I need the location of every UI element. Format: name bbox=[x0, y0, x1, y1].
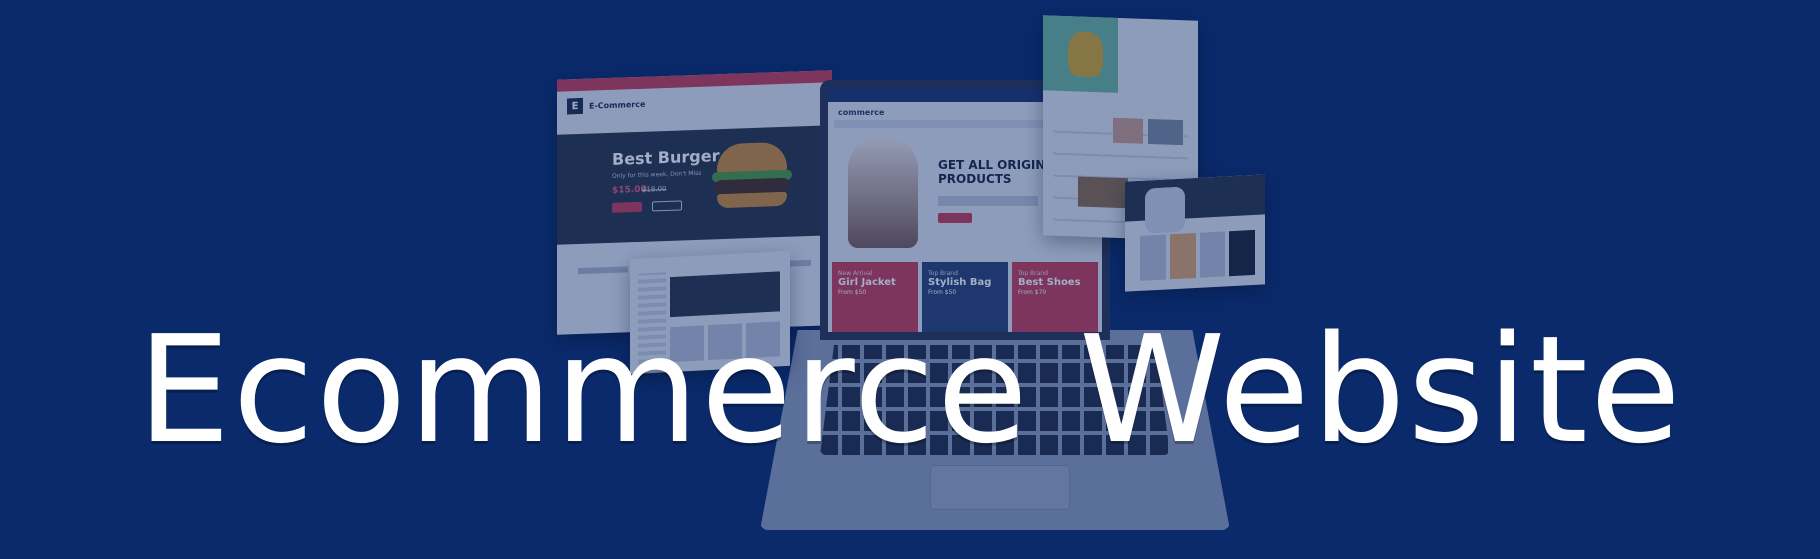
models-image bbox=[1145, 186, 1185, 234]
promo-kicker: Top Brand bbox=[928, 270, 958, 277]
site-shop-button bbox=[938, 213, 972, 223]
promo-title: Best Shoes bbox=[1018, 277, 1081, 288]
shoes-image bbox=[848, 138, 918, 248]
banner-headline: Ecommerce Website bbox=[137, 304, 1683, 476]
mockup-more-button bbox=[652, 200, 682, 212]
chair-icon bbox=[1068, 31, 1103, 78]
site-hero-text bbox=[938, 196, 1038, 206]
mockup-buy-button bbox=[612, 201, 642, 213]
burger-icon bbox=[712, 141, 792, 215]
promo-title: Girl Jacket bbox=[838, 277, 896, 288]
promo-kicker: New Arrival bbox=[838, 270, 873, 277]
site-brand: commerce bbox=[838, 108, 885, 117]
promo-title: Stylish Bag bbox=[928, 277, 992, 288]
promo-kicker: Top Brand bbox=[1018, 270, 1048, 277]
promo-price: From $50 bbox=[838, 289, 867, 296]
mockup-brand: E-Commerce bbox=[589, 99, 646, 111]
promo-price: From $70 bbox=[1018, 289, 1047, 296]
promo-price: From $50 bbox=[928, 289, 957, 296]
tshirt-grid bbox=[1140, 229, 1255, 281]
mockup-old-price: $18.00 bbox=[642, 184, 667, 194]
product-image bbox=[1113, 117, 1143, 144]
mockup-hero-title: Best Burger bbox=[612, 146, 720, 169]
banner: E E-Commerce Best Burger Only for this w… bbox=[0, 0, 1820, 559]
product-image bbox=[1078, 176, 1128, 209]
apparel-site-mockup bbox=[1125, 174, 1265, 292]
product-image bbox=[1148, 118, 1183, 146]
logo-icon: E bbox=[567, 97, 583, 115]
